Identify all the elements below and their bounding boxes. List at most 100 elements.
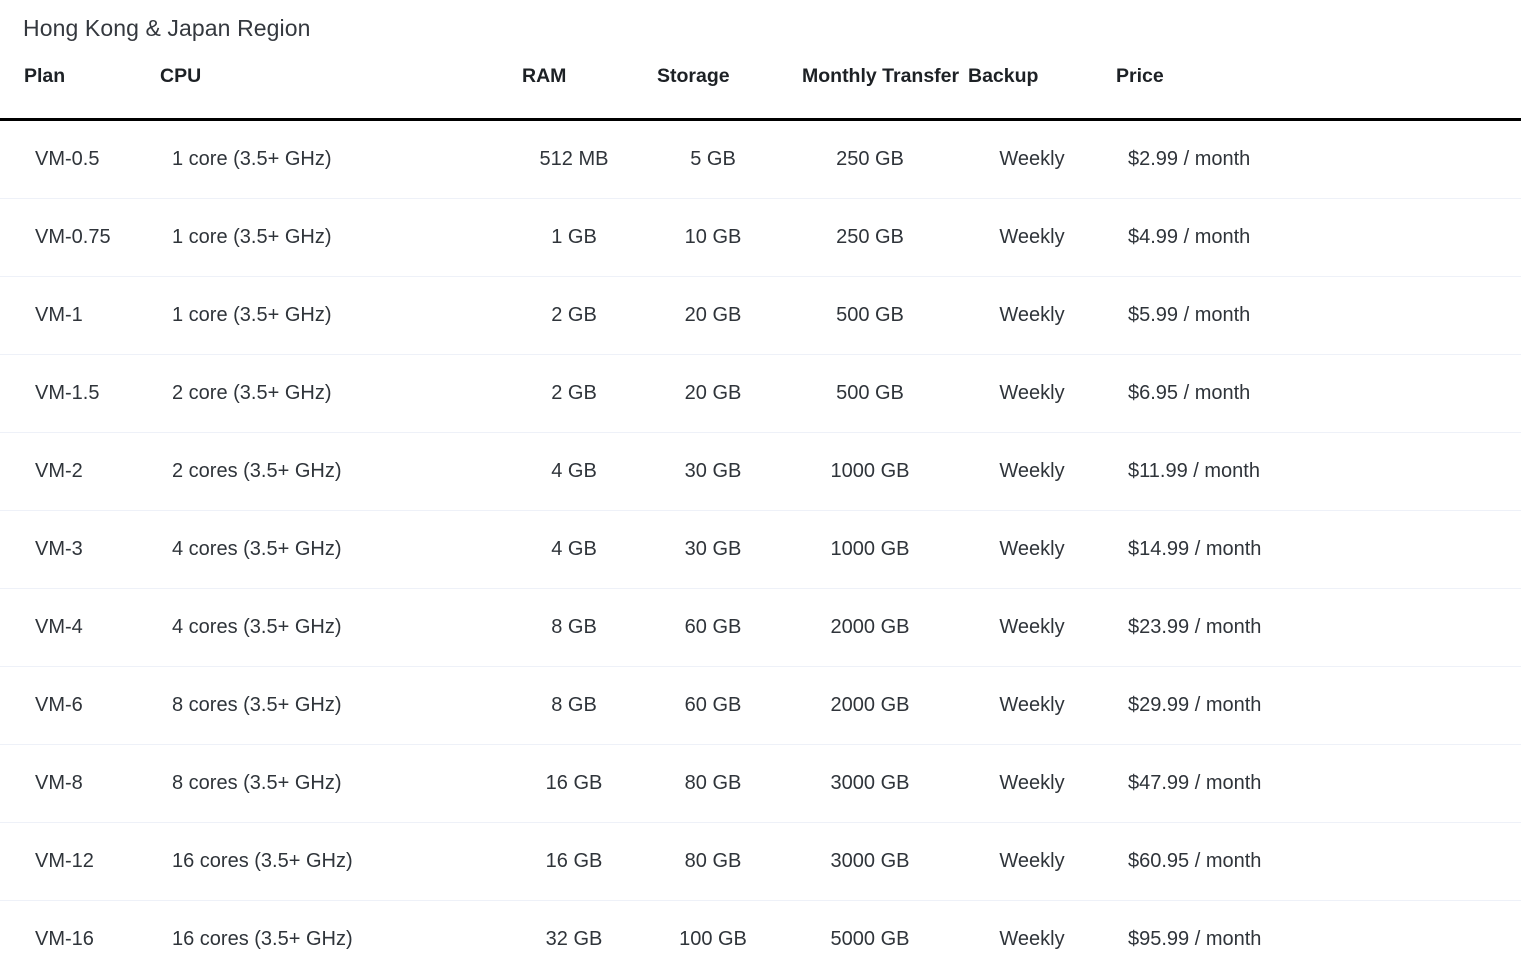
cell-storage: 30 GB [652, 510, 782, 589]
table-row: VM-2 2 cores (3.5+ GHz) 4 GB 30 GB 1000 GB We… [0, 432, 1521, 511]
cell-plan: VM-3 [0, 510, 160, 589]
column-header-monthly-transfer: Monthly Transfer [782, 53, 964, 121]
cell-plan: VM-1.5 [0, 354, 160, 433]
cell-price: $5.99 / month [1114, 276, 1521, 355]
cell-cpu: 2 core (3.5+ GHz) [160, 354, 512, 433]
cell-cpu: 1 core (3.5+ GHz) [160, 119, 512, 199]
cell-backup: Weekly [964, 744, 1114, 823]
cell-price: $47.99 / month [1114, 744, 1521, 823]
column-header-plan: Plan [0, 53, 160, 121]
column-header-cpu: CPU [160, 53, 512, 121]
cell-transfer: 250 GB [782, 119, 964, 199]
table-row: VM-1 1 core (3.5+ GHz) 2 GB 20 GB 500 GB Week… [0, 276, 1521, 355]
cell-transfer: 3000 GB [782, 744, 964, 823]
cell-transfer: 2000 GB [782, 666, 964, 745]
cell-transfer: 500 GB [782, 354, 964, 433]
cell-storage: 60 GB [652, 666, 782, 745]
table-row: VM-0.75 1 core (3.5+ GHz) 1 GB 10 GB 250 GB W… [0, 198, 1521, 277]
cell-backup: Weekly [964, 354, 1114, 433]
cell-plan: VM-4 [0, 588, 160, 667]
cell-ram: 16 GB [512, 744, 652, 823]
cell-ram: 32 GB [545, 927, 603, 950]
table-row: VM-4 4 cores (3.5+ GHz) 8 GB 60 GB 2000 GB We… [0, 588, 1521, 667]
column-header-ram: RAM [512, 53, 652, 121]
cell-storage: 60 GB [652, 588, 782, 667]
table-row: VM-8 8 cores (3.5+ GHz) 16 GB 80 GB 3000 GB W… [0, 744, 1521, 823]
cell-price: $29.99 / month [1114, 666, 1521, 745]
cell-transfer: 5000 GB [830, 927, 910, 950]
cell-plan: VM-0.75 [0, 198, 160, 277]
cell-backup: Weekly [964, 666, 1114, 745]
pricing-table-container: Plan CPU RAM Storage Monthly Transfer Ba… [0, 53, 1521, 978]
cell-ram: 1 GB [512, 198, 652, 277]
cell-transfer: 2000 GB [782, 588, 964, 667]
cell-ram: 16 GB [512, 822, 652, 901]
cell-backup: Weekly [964, 588, 1114, 667]
cell-price: $2.99 / month [1114, 119, 1521, 199]
column-header-backup: Backup [964, 53, 1114, 121]
cell-ram: 8 GB [512, 588, 652, 667]
cell-plan: VM-12 [0, 822, 160, 901]
cell-ram: 8 GB [512, 666, 652, 745]
cell-storage: 80 GB [652, 744, 782, 823]
cell-storage: 10 GB [652, 198, 782, 277]
cell-cpu: 16 cores (3.5+ GHz) [160, 822, 512, 901]
cell-transfer: 500 GB [782, 276, 964, 355]
cell-cpu: 8 cores (3.5+ GHz) [160, 666, 512, 745]
cell-price: $14.99 / month [1114, 510, 1521, 589]
table-row: VM-1.5 2 core (3.5+ GHz) 2 GB 20 GB 500 GB We… [0, 354, 1521, 433]
cell-storage: 20 GB [652, 354, 782, 433]
cell-ram: 512 MB [512, 119, 652, 199]
cell-storage: 80 GB [652, 822, 782, 901]
cell-cpu: 8 cores (3.5+ GHz) [160, 744, 512, 823]
table-row: VM-3 4 cores (3.5+ GHz) 4 GB 30 GB 1000 GB We… [0, 510, 1521, 589]
cell-backup: Weekly [964, 822, 1114, 901]
cell-transfer: 250 GB [782, 198, 964, 277]
cell-cpu: 1 core (3.5+ GHz) [160, 198, 512, 277]
cell-backup: Weekly [964, 510, 1114, 589]
vm-pricing-table: Plan CPU RAM Storage Monthly Transfer Ba… [0, 53, 1521, 978]
table-row: VM-12 16 cores (3.5+ GHz) 16 GB 80 GB 3000 G… [0, 822, 1521, 901]
cell-transfer: 3000 GB [782, 822, 964, 901]
cell-transfer: 1000 GB [782, 432, 964, 511]
cell-storage: 20 GB [652, 276, 782, 355]
cell-price: $60.95 / month [1114, 822, 1521, 901]
table-header: Plan CPU RAM Storage Monthly Transfer Ba… [0, 53, 1521, 121]
cell-price: $4.99 / month [1114, 198, 1521, 277]
table-body: VM-0.5 1 core (3.5+ GHz) 512 MB 5 GB 250 GB W… [0, 119, 1521, 978]
cell-plan: VM-8 [0, 744, 160, 823]
table-row: VM-6 8 cores (3.5+ GHz) 8 GB 60 GB 2000 GB We… [0, 666, 1521, 745]
page-title: Hong Kong & Japan Region [23, 15, 311, 41]
cell-storage: 30 GB [652, 432, 782, 511]
column-header-price: Price [1114, 53, 1521, 121]
cell-transfer: 1000 GB [782, 510, 964, 589]
cell-backup: Weekly [964, 198, 1114, 277]
table-row: VM-16 16 cores (3.5+ GHz) 32 GB 100 GB 5000 … [0, 900, 1521, 978]
cell-plan: VM-1 [0, 276, 160, 355]
cell-price: $6.95 / month [1114, 354, 1521, 433]
cell-storage: 5 GB [652, 119, 782, 199]
cell-backup: Weekly [964, 432, 1114, 511]
cell-plan: VM-6 [0, 666, 160, 745]
cell-cpu: 1 core (3.5+ GHz) [160, 276, 512, 355]
cell-price: $23.99 / month [1114, 588, 1521, 667]
cell-cpu: 16 cores (3.5+ GHz) [172, 927, 353, 950]
cell-cpu: 4 cores (3.5+ GHz) [160, 588, 512, 667]
cell-price: $95.99 / month [1128, 927, 1262, 950]
table-header-row: Plan CPU RAM Storage Monthly Transfer Ba… [0, 53, 1521, 121]
cell-ram: 4 GB [512, 432, 652, 511]
cell-backup: Weekly [999, 927, 1065, 950]
cell-price: $11.99 / month [1114, 432, 1521, 511]
cell-storage: 100 GB [679, 927, 747, 950]
cell-ram: 2 GB [512, 354, 652, 433]
cell-cpu: 2 cores (3.5+ GHz) [160, 432, 512, 511]
cell-plan: VM-2 [0, 432, 160, 511]
cell-backup: Weekly [964, 119, 1114, 199]
cell-plan: VM-0.5 [0, 119, 160, 199]
cell-ram: 2 GB [512, 276, 652, 355]
cell-ram: 4 GB [512, 510, 652, 589]
column-header-storage: Storage [652, 53, 782, 121]
pricing-page: Hong Kong & Japan Region Plan CPU RAM St… [0, 0, 1521, 978]
cell-cpu: 4 cores (3.5+ GHz) [160, 510, 512, 589]
cell-plan: VM-16 [35, 927, 94, 950]
